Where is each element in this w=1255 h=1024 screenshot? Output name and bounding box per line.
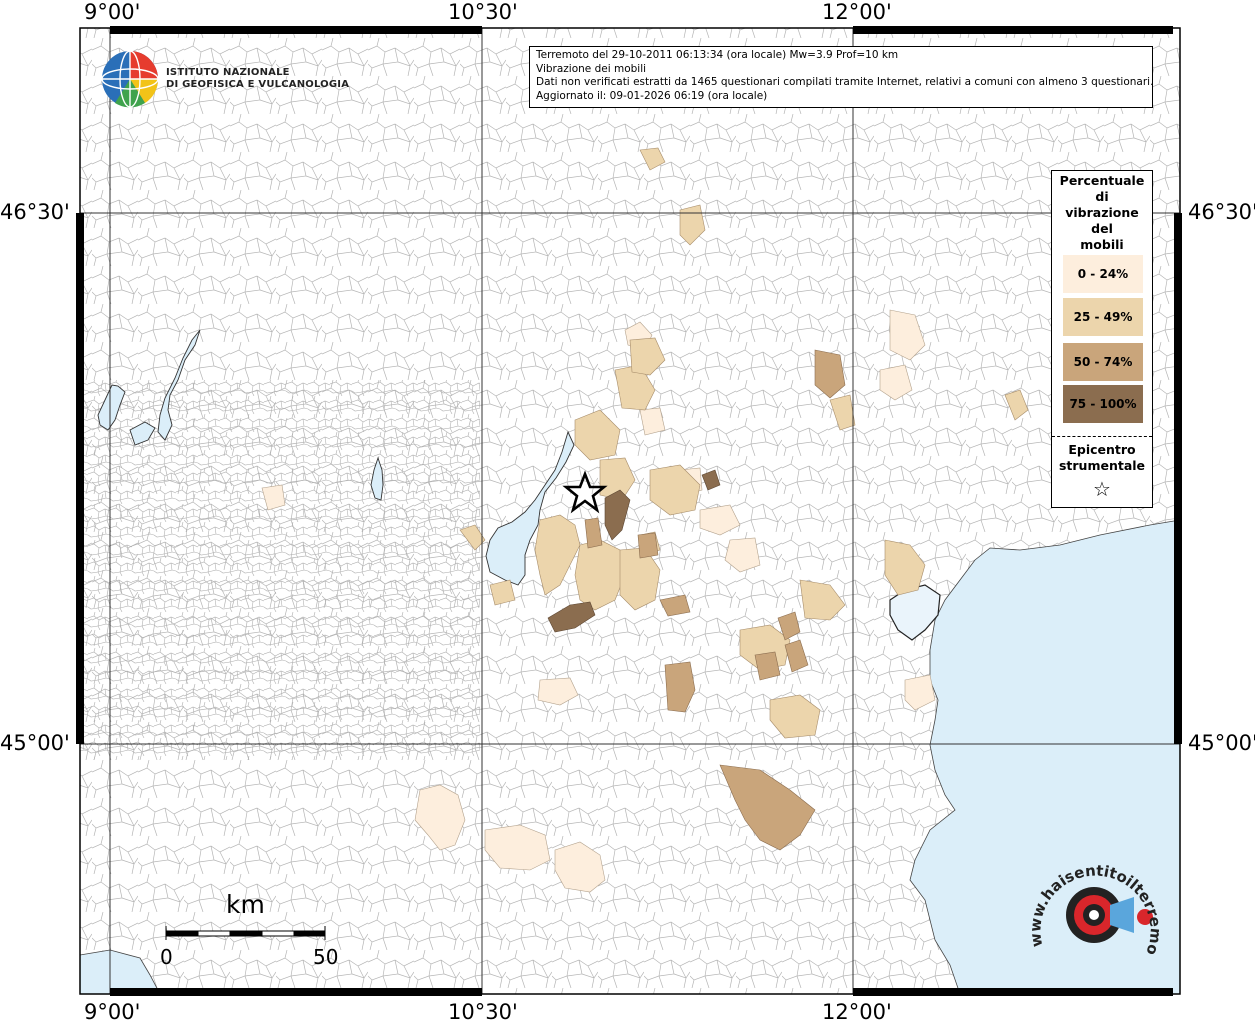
legend-title-line: vibrazione — [1065, 205, 1139, 220]
coord-bottom-10-30: 10°30' — [448, 1000, 518, 1024]
frame-right-bars — [1174, 213, 1182, 744]
coord-left-45: 45°00' — [0, 731, 70, 755]
legend: Percentuale di vibrazione del mobili 0 -… — [1051, 170, 1153, 508]
data-line: Dati non verificati estratti da 1465 que… — [536, 76, 1154, 89]
legend-title: Percentuale di vibrazione del mobili — [1052, 173, 1152, 253]
coord-right-46-30: 46°30' — [1188, 200, 1255, 224]
ingv-name-line2: DI GEOFISICA E VULCANOLOGIA — [166, 79, 350, 90]
coord-top-12: 12°00' — [822, 0, 892, 24]
coord-right-45: 45°00' — [1188, 731, 1255, 755]
legend-epicenter-title: Epicentro strumentale — [1052, 442, 1152, 474]
coord-bottom-9: 9°00' — [84, 1000, 141, 1024]
legend-separator — [1052, 436, 1152, 437]
legend-epicenter-line: strumentale — [1058, 458, 1146, 473]
subject-line: Vibrazione dei mobili — [536, 62, 647, 75]
legend-class-4: 75 - 100% — [1063, 385, 1143, 423]
legend-class-3: 50 - 74% — [1063, 343, 1143, 381]
legend-title-line: del — [1091, 221, 1113, 236]
scale-end: 50 — [313, 945, 339, 969]
globe-icon — [101, 50, 159, 108]
legend-star-icon: ☆ — [1093, 477, 1111, 501]
legend-title-line: mobili — [1080, 237, 1124, 252]
ingv-name: ISTITUTO NAZIONALE DI GEOFISICA E VULCAN… — [166, 67, 349, 91]
coord-bottom-12: 12°00' — [822, 1000, 892, 1024]
legend-class-1: 0 - 24% — [1063, 255, 1143, 293]
ingv-logo: ISTITUTO NAZIONALE DI GEOFISICA E VULCAN… — [100, 48, 349, 110]
legend-epicenter-line: Epicentro — [1068, 442, 1136, 457]
coord-top-9: 9°00' — [84, 0, 141, 24]
coord-top-10-30: 10°30' — [448, 0, 518, 24]
legend-title-line: di — [1095, 189, 1109, 204]
ingv-name-line1: ISTITUTO NAZIONALE — [166, 67, 290, 78]
coord-left-46-30: 46°30' — [0, 200, 70, 224]
frame-left-bars — [76, 213, 84, 744]
legend-title-line: Percentuale — [1059, 173, 1145, 188]
scale-unit: km — [226, 890, 265, 919]
event-info-box: Terremoto del 29-10-2011 06:13:34 (ora l… — [529, 46, 1153, 108]
legend-class-2: 25 - 49% — [1063, 298, 1143, 336]
scale-start: 0 — [160, 945, 173, 969]
updated-line: Aggiornato il: 09-01-2026 06:19 (ora loc… — [536, 89, 768, 102]
event-line: Terremoto del 29-10-2011 06:13:34 (ora l… — [536, 49, 899, 61]
hst-logo: www.haisentitoilterremoto.it — [1032, 855, 1162, 957]
